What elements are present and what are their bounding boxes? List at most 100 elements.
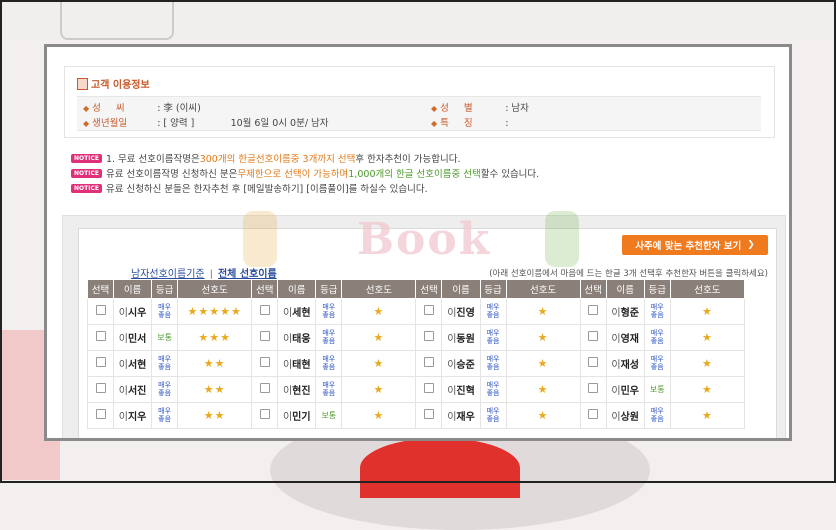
name-checkbox[interactable] [588, 383, 599, 393]
grade-cell: 매우좋음 [315, 324, 343, 351]
given-name-text: 서진 [127, 386, 147, 397]
name-checkbox[interactable] [95, 305, 106, 315]
preference-cell: ★ [341, 402, 417, 429]
given-name-text: 서현 [127, 360, 147, 371]
backdrop-envelope-icon [60, 0, 174, 40]
name-cell: 이승준 [441, 350, 481, 377]
name-checkbox[interactable] [423, 305, 434, 315]
column-header: 선택 [415, 279, 443, 299]
name-cell: 이상원 [605, 402, 645, 429]
given-name-text: 형준 [620, 308, 640, 319]
star-rating-icon: ★ [537, 383, 549, 396]
grade-label: 매우좋음 [650, 355, 664, 371]
grade-cell: 매우좋음 [643, 402, 671, 429]
select-cell [415, 376, 443, 403]
star-rating-icon: ★ [373, 331, 385, 344]
surname-text: 이 [118, 308, 128, 319]
surname-text: 이 [611, 308, 621, 319]
notice-text: 300개의 한글선호이름중 3개까지 선택 [199, 154, 356, 165]
column-header: 선호도 [669, 279, 746, 299]
star-rating-icon: ★ [373, 383, 385, 396]
preference-cell: ★★★ [177, 324, 253, 351]
table-header: 선택 이름 등급 선호도 선택 이름 등급 선호도 선택 이름 등급 선호도 선택 이름 등급 선호도 [86, 279, 746, 299]
select-cell [579, 376, 607, 403]
given-name-text: 민기 [292, 412, 311, 423]
star-rating-icon: ★ [701, 357, 713, 370]
surname-text: 이 [611, 386, 621, 397]
notice-badge: NOTICE [71, 153, 102, 163]
name-checkbox[interactable] [259, 331, 270, 341]
name-checkbox[interactable] [588, 409, 599, 419]
name-cell: 이진영 [441, 298, 481, 325]
grade-label: 매우좋음 [486, 407, 500, 423]
grade-label: 매우좋음 [650, 329, 664, 345]
recommend-hanja-button[interactable]: 사주에 맞는 추천한자 보기 ❯ [622, 235, 768, 255]
select-cell [86, 324, 115, 351]
star-rating-icon: ★ [701, 305, 713, 318]
bullet-icon: ◆ [431, 104, 438, 113]
grade-label: 매우좋음 [322, 381, 336, 397]
given-name-text: 현진 [292, 386, 311, 397]
given-name-text: 영재 [620, 334, 640, 345]
surname-text: 이 [447, 360, 457, 371]
given-name-text: 민서 [127, 334, 147, 345]
select-cell [579, 350, 607, 377]
surname-text: 이 [611, 412, 621, 423]
name-checkbox[interactable] [423, 331, 434, 341]
notice-line: NOTICE 유료 신청하신 분들은 한자추천 후 [메일발송하기] [이름풀이]… [71, 181, 428, 195]
column-header: 선호도 [341, 279, 417, 299]
surname-value: : 李 (이씨) [157, 103, 201, 114]
select-cell [579, 298, 607, 325]
recommend-hanja-label: 사주에 맞는 추천한자 보기 [635, 241, 742, 252]
surname-text: 이 [611, 334, 621, 345]
grade-label: 매우좋음 [322, 303, 336, 319]
customer-info-heading: 고객 이용정보 [77, 76, 150, 91]
grade-cell: 매우좋음 [315, 298, 343, 325]
name-checkbox[interactable] [95, 331, 106, 341]
surname-text: 이 [118, 334, 128, 345]
surname-text: 이 [118, 360, 128, 371]
notice-line: NOTICE 1. 무료 선호이름작명은 300개의 한글선호이름중 3개까지 선… [71, 151, 461, 165]
name-cell: 이세현 [277, 298, 317, 325]
name-checkbox[interactable] [259, 357, 270, 367]
star-rating-icon: ★★ [203, 383, 226, 396]
name-checkbox[interactable] [423, 409, 434, 419]
star-rating-icon: ★ [373, 305, 385, 318]
surname-text: 이 [118, 386, 128, 397]
name-checkbox[interactable] [95, 357, 106, 367]
column-header: 이름 [605, 279, 645, 299]
table-row: 이시우 매우좋음 ★★★★★ 이세현 매우좋음 ★ 이진영 매우좋음 ★ 이형준 매우좋음 ★ [86, 298, 746, 325]
name-table: 선택 이름 등급 선호도 선택 이름 등급 선호도 선택 이름 등급 선호도 선택 이름 등급 선호도 이시우… [86, 279, 746, 429]
name-cell: 이태웅 [277, 324, 317, 351]
name-checkbox[interactable] [259, 409, 270, 419]
name-checkbox[interactable] [423, 357, 434, 367]
bullet-icon: ◆ [83, 119, 90, 128]
grade-cell: 매우좋음 [643, 298, 671, 325]
name-checkbox[interactable] [588, 331, 599, 341]
given-name-text: 태현 [292, 360, 311, 371]
star-rating-icon: ★★★★★ [187, 305, 242, 318]
given-name-text: 민우 [620, 386, 640, 397]
name-checkbox[interactable] [423, 383, 434, 393]
select-cell [86, 350, 115, 377]
name-cell: 이현진 [277, 376, 317, 403]
name-checkbox[interactable] [95, 383, 106, 393]
name-checkbox[interactable] [95, 409, 106, 419]
given-name-text: 상원 [620, 412, 640, 423]
customer-info-box: 고객 이용정보 ◆ 성 씨 : 李 (이씨) ◆ 생년월일 : [ 양력 ] 10월… [64, 66, 775, 138]
customer-info-table: ◆ 성 씨 : 李 (이씨) ◆ 생년월일 : [ 양력 ] 10월 6일 0시 0… [77, 96, 761, 131]
name-checkbox[interactable] [259, 383, 270, 393]
preference-cell: ★ [505, 402, 581, 429]
grade-label: 매우좋음 [322, 355, 336, 371]
help-text: (아래 선호이름에서 마음에 드는 한글 3개 선택후 추천한자 버튼을 클릭하… [489, 269, 768, 279]
column-header: 이름 [441, 279, 481, 299]
name-checkbox[interactable] [588, 357, 599, 367]
name-checkbox[interactable] [259, 305, 270, 315]
surname-text: 이 [282, 386, 293, 397]
name-filter-tabs: 남자선호이름기준 | 전체 선호이름 [131, 265, 277, 280]
chevron-right-icon: ❯ [747, 240, 755, 250]
surname-text: 이 [447, 308, 457, 319]
select-cell [415, 298, 443, 325]
name-checkbox[interactable] [588, 305, 599, 315]
given-name-text: 동원 [456, 334, 475, 345]
